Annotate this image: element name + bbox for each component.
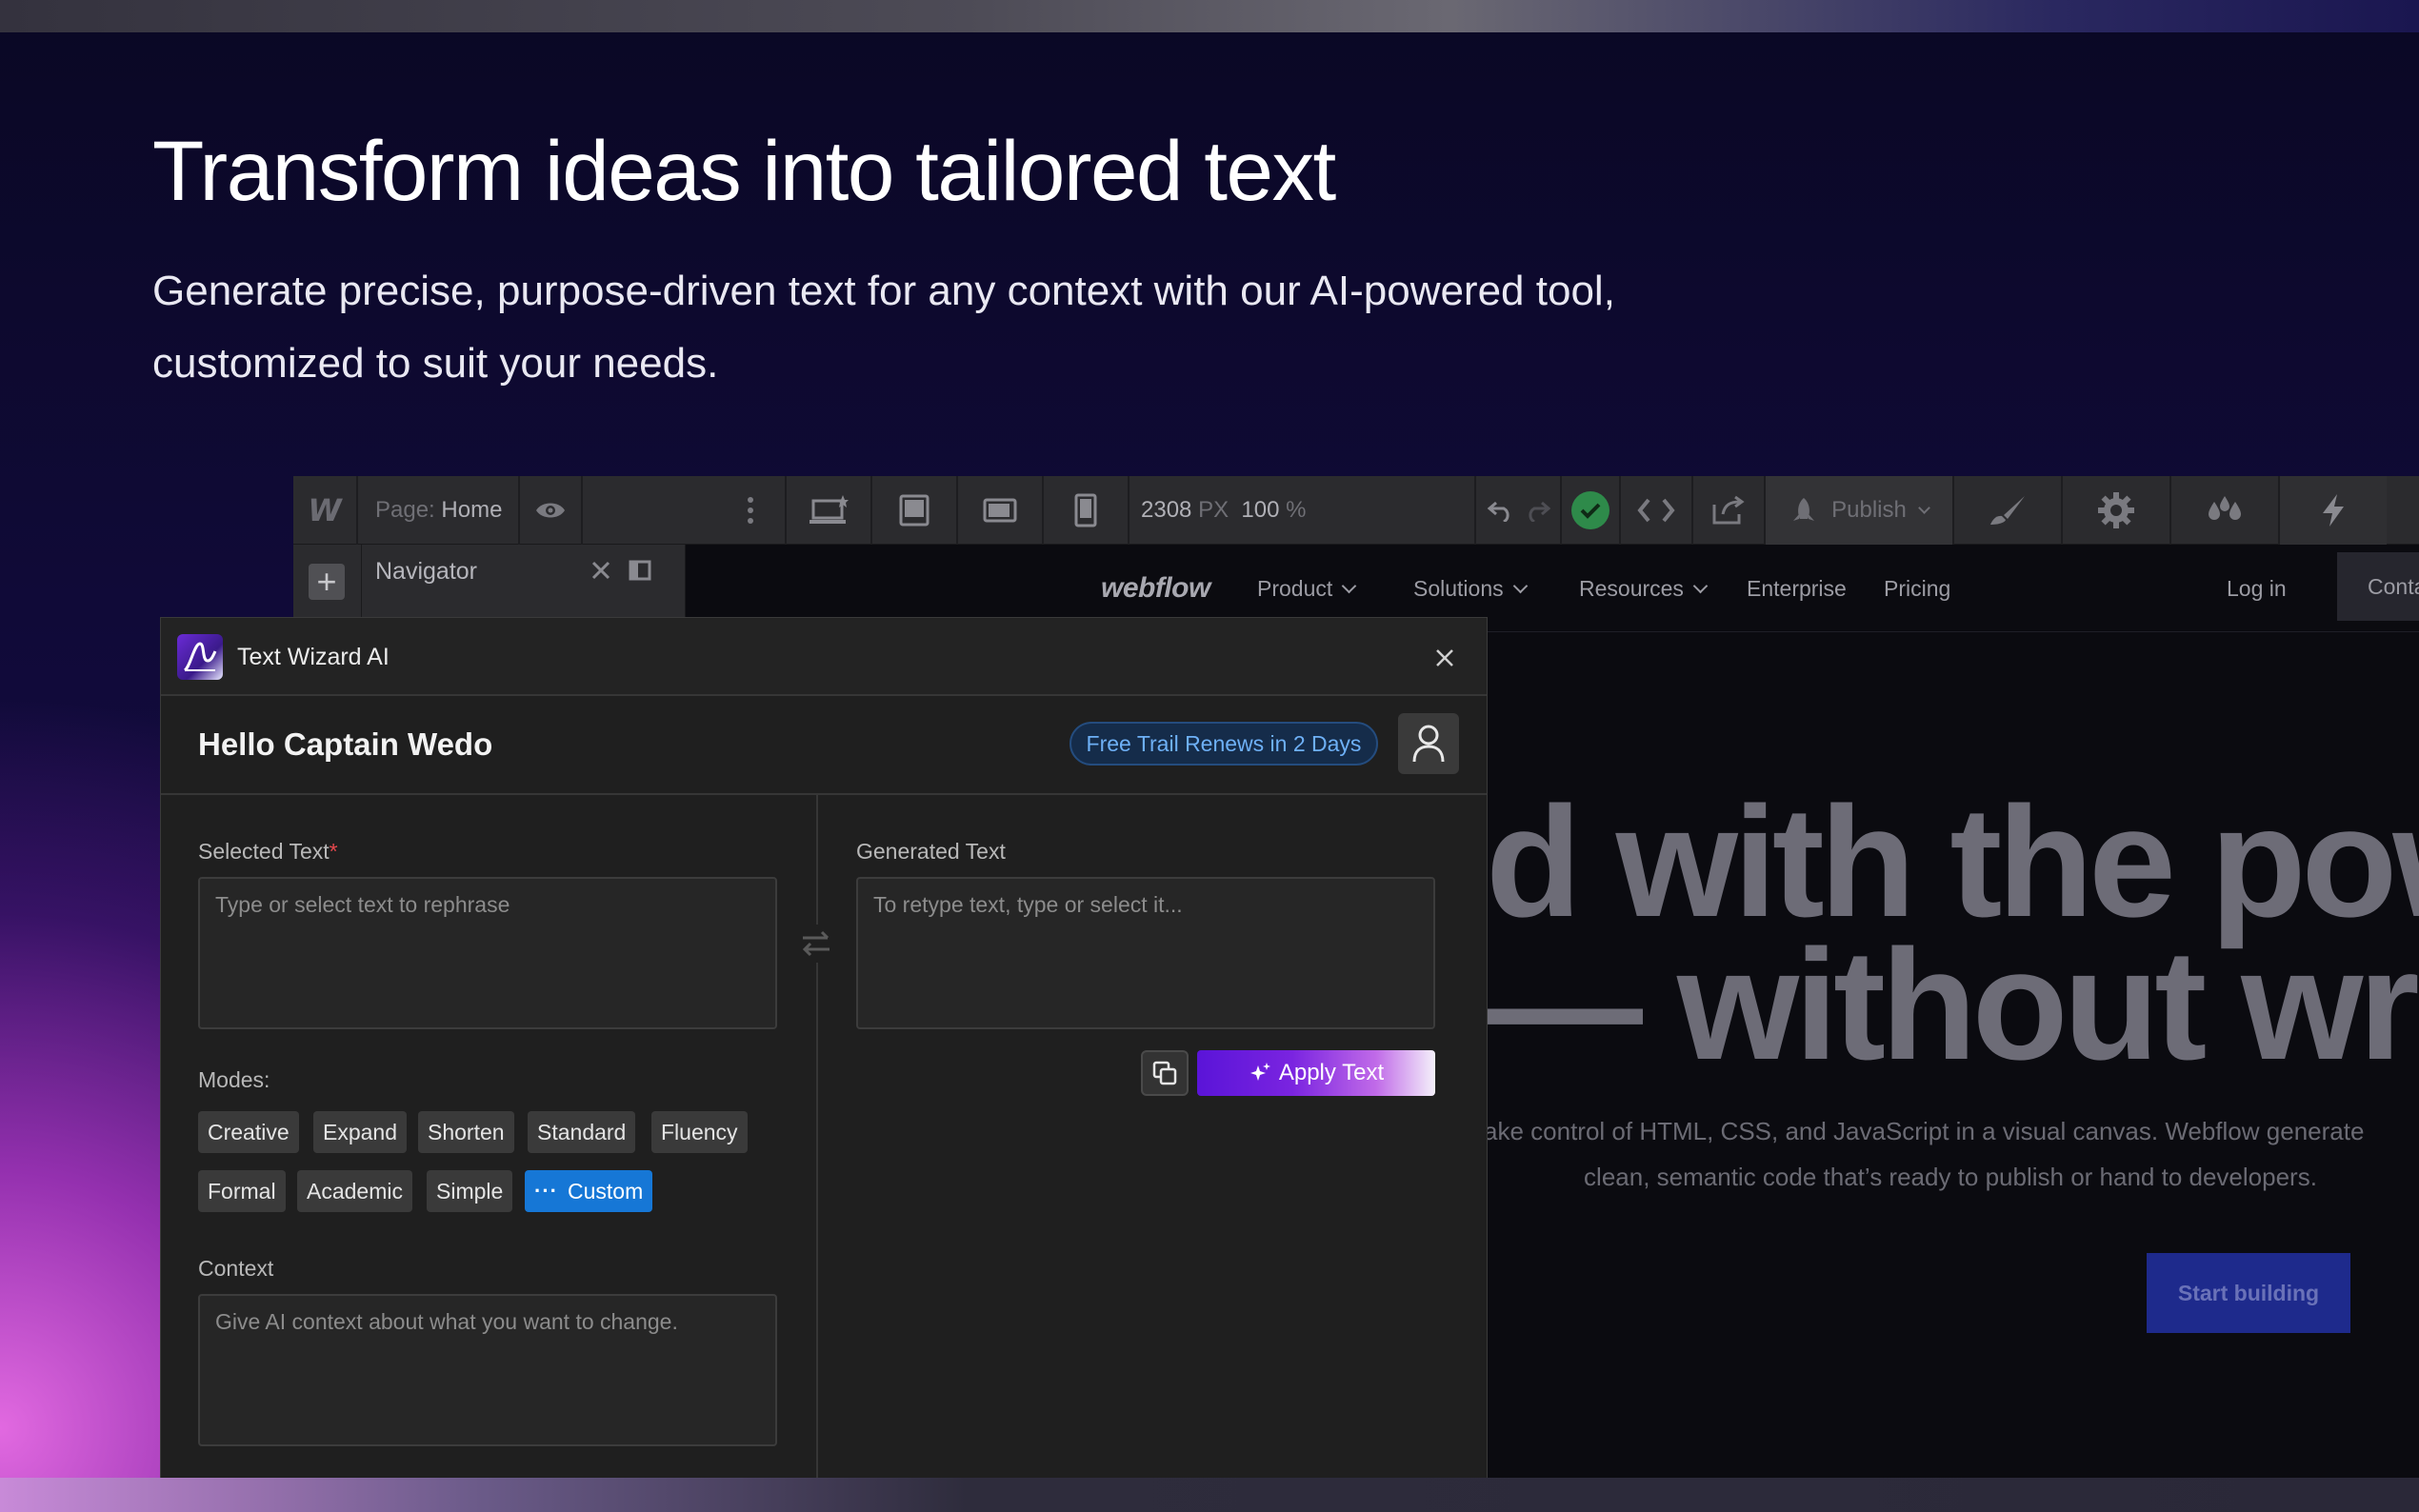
top-edge-strip [0,0,2419,32]
mode-chip-custom-label: Custom [567,1178,644,1204]
nav-solutions-label: Solutions [1413,575,1504,601]
mode-chip-creative[interactable]: Creative [198,1111,299,1153]
mobile-portrait-icon[interactable] [1044,476,1128,545]
publish-button[interactable]: Publish [1766,476,1952,545]
undo-icon[interactable] [1482,476,1520,545]
text-wizard-panel: Text Wizard AI Hello Captain Wedo Free T… [160,617,1488,1478]
site-paragraph-line2: clean, semantic code that’s ready to pub… [1584,1163,2317,1191]
site-paragraph-line1: ake control of HTML, CSS, and JavaScript… [1484,1117,2365,1145]
wizard-header: Text Wizard AI [161,618,1487,696]
mode-chip-simple[interactable]: Simple [427,1170,513,1212]
add-element-plus-icon[interactable]: + [309,564,345,600]
nav-login[interactable]: Log in [2227,545,2287,632]
preview-eye-icon[interactable] [520,476,581,545]
canvas-width-value: 2308 [1141,497,1192,523]
apply-text-label: Apply Text [1278,1060,1385,1085]
settings-gear-icon[interactable] [2063,476,2169,545]
mode-chip-academic[interactable]: Academic [297,1170,412,1212]
canvas-width-unit: PX [1198,497,1229,523]
interactions-drops-icon[interactable] [2171,476,2278,545]
chevron-down-icon [1341,578,1357,593]
style-brush-icon[interactable] [1954,476,2061,545]
chevron-down-icon [1917,501,1930,514]
required-mark: * [329,839,338,864]
swap-arrows-icon[interactable] [797,925,835,963]
desktop-breakpoint-icon[interactable] [787,476,870,545]
designer-toolbar: W Page: Home 2308 PX 100 % Publish [293,476,2419,545]
mode-chip-shorten[interactable]: Shorten [418,1111,514,1153]
copy-icon [1152,1061,1177,1085]
navigator-title: Navigator [375,557,477,585]
nav-resources-label: Resources [1579,575,1684,601]
code-export-icon[interactable] [1621,476,1691,545]
copy-button[interactable] [1141,1050,1189,1096]
sparkle-icon [1249,1063,1270,1081]
text-wizard-logo-icon [177,634,223,680]
bottom-edge-strip [0,1478,2419,1512]
lightning-icon[interactable] [2280,476,2387,545]
column-divider [816,795,818,1478]
context-label: Context [198,1256,274,1281]
rocket-icon [1793,498,1815,521]
greeting-text: Hello Captain Wedo [198,726,493,762]
mobile-landscape-icon[interactable] [958,476,1042,545]
tablet-breakpoint-icon[interactable] [872,476,956,545]
selected-text-label-text: Selected Text [198,839,330,864]
generated-text-label: Generated Text [856,839,1006,864]
context-input[interactable]: Give AI context about what you want to c… [198,1294,777,1446]
nav-resources[interactable]: Resources [1579,545,1709,632]
site-headline-line1: d with the powe [1486,774,2419,949]
mode-chip-custom[interactable]: ··· Custom [525,1170,653,1212]
dock-panel-icon[interactable] [629,560,651,586]
site-headline-line2: — without writin [1486,917,2419,1092]
modes-label: Modes: [198,1067,270,1092]
page-selector[interactable]: Page: Home [358,476,518,545]
mode-chip-formal[interactable]: Formal [198,1170,286,1212]
share-icon[interactable] [1693,476,1764,545]
user-profile-button[interactable] [1398,713,1459,774]
navigator-panel: Navigator [362,545,686,621]
generated-text-output[interactable]: To retype text, type or select it... [856,877,1435,1029]
mode-chip-fluency[interactable]: Fluency [651,1111,748,1153]
trial-status-badge[interactable]: Free Trail Renews in 2 Days [1070,722,1378,766]
hero-subtitle: Generate precise, purpose-driven text fo… [152,268,1615,387]
chevron-down-icon [1692,578,1709,593]
mode-chip-expand[interactable]: Expand [313,1111,408,1153]
nav-contact-button[interactable]: Contact [2337,552,2419,621]
redo-icon[interactable] [1518,476,1556,545]
zoom-value: 100 [1241,497,1280,523]
apply-text-button[interactable]: Apply Text [1197,1050,1435,1096]
zoom-unit: % [1286,497,1307,523]
more-dots-icon: ··· [534,1179,558,1203]
user-icon [1412,725,1445,763]
close-navigator-icon[interactable] [590,560,611,586]
close-icon[interactable] [1426,639,1464,677]
saved-check-icon[interactable] [1562,476,1619,545]
selected-text-input[interactable]: Type or select text to rephrase [198,877,777,1029]
mode-chip-standard[interactable]: Standard [528,1111,636,1153]
start-building-button[interactable]: Start building [2147,1253,2350,1333]
canvas-size-readout[interactable]: 2308 PX 100 % [1141,476,1350,545]
selected-text-label: Selected Text* [198,839,338,865]
hero-title: Transform ideas into tailored text [152,123,1336,218]
nav-product-label: Product [1257,575,1333,601]
site-paragraph: ake control of HTML, CSS, and JavaScript… [1484,1108,2417,1200]
page-label: Page: [375,497,435,523]
page-name: Home [441,497,503,523]
site-headline: d with the powe — without writin [1486,774,2419,1092]
wizard-greeting-bar: Hello Captain Wedo Free Trail Renews in … [161,696,1487,795]
more-options-icon[interactable] [731,476,770,545]
nav-enterprise[interactable]: Enterprise [1747,545,1847,632]
publish-label: Publish [1831,497,1907,523]
chevron-down-icon [1512,578,1528,593]
nav-pricing[interactable]: Pricing [1884,545,1950,632]
webflow-logo-icon[interactable]: W [293,476,356,545]
wizard-title: Text Wizard AI [237,643,390,670]
